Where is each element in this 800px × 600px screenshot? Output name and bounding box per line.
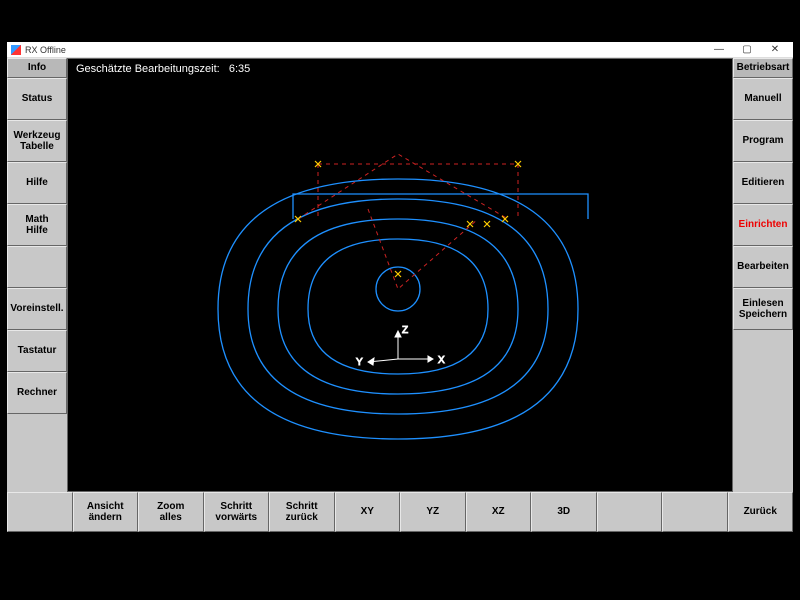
bottom-item-9[interactable] — [597, 492, 663, 532]
bottom-item-step-fwd[interactable]: Schritt vorwärts — [204, 492, 270, 532]
bottom-item-view-change[interactable]: Ansicht ändern — [73, 492, 139, 532]
right-sidebar: Betriebsart Manuell Program Editieren Ei… — [733, 58, 793, 492]
maximize-button[interactable]: ▢ — [733, 43, 761, 57]
bottom-item-0[interactable] — [7, 492, 73, 532]
right-item-edit[interactable]: Editieren — [733, 162, 793, 204]
left-item-status[interactable]: Status — [7, 78, 67, 120]
bottom-item-back[interactable]: Zurück — [728, 492, 794, 532]
right-header: Betriebsart — [733, 58, 793, 78]
left-header: Info — [7, 58, 67, 78]
right-item-load-save[interactable]: Einlesen Speichern — [733, 288, 793, 330]
right-item-manual[interactable]: Manuell — [733, 78, 793, 120]
window-title: RX Offline — [25, 45, 66, 55]
left-item-tool-table[interactable]: Werkzeug Tabelle — [7, 120, 67, 162]
left-item-calculator[interactable]: Rechner — [7, 372, 67, 414]
bottom-item-zoom-all[interactable]: Zoom alles — [138, 492, 204, 532]
bottom-bar: Ansicht ändern Zoom alles Schritt vorwär… — [7, 492, 793, 532]
axis-z-label: Z — [402, 325, 408, 336]
right-item-setup[interactable]: Einrichten — [733, 204, 793, 246]
bottom-item-yz[interactable]: YZ — [400, 492, 466, 532]
viewport-wrap: Geschätzte Bearbeitungszeit: 6:35 — [67, 58, 733, 492]
right-item-machine[interactable]: Bearbeiten — [733, 246, 793, 288]
axis-y-label: Y — [356, 357, 363, 368]
app-body: Info Status Werkzeug Tabelle Hilfe Math … — [7, 58, 793, 532]
left-item-presets[interactable]: Voreinstell. — [7, 288, 67, 330]
close-button[interactable]: ✕ — [761, 43, 789, 57]
left-item-help[interactable]: Hilfe — [7, 162, 67, 204]
left-item-keyboard[interactable]: Tastatur — [7, 330, 67, 372]
left-sidebar: Info Status Werkzeug Tabelle Hilfe Math … — [7, 58, 67, 492]
titlebar: RX Offline — ▢ ✕ — [7, 42, 793, 58]
viewport-3d[interactable]: Geschätzte Bearbeitungszeit: 6:35 — [67, 58, 733, 492]
bottom-item-3d[interactable]: 3D — [531, 492, 597, 532]
bottom-item-10[interactable] — [662, 492, 728, 532]
axis-x-label: X — [438, 355, 445, 366]
left-item-math-help[interactable]: Math Hilfe — [7, 204, 67, 246]
right-item-program[interactable]: Program — [733, 120, 793, 162]
bottom-item-xy[interactable]: XY — [335, 492, 401, 532]
bottom-item-step-back[interactable]: Schritt zurück — [269, 492, 335, 532]
app-icon — [11, 45, 21, 55]
bottom-item-xz[interactable]: XZ — [466, 492, 532, 532]
app-window: RX Offline — ▢ ✕ Info Status Werkzeug Ta… — [7, 42, 793, 532]
left-item-empty[interactable] — [7, 246, 67, 288]
toolpath-contours — [218, 179, 588, 439]
minimize-button[interactable]: — — [705, 43, 733, 57]
toolpath-canvas: X Y Z — [68, 59, 732, 491]
axes-gizmo: X Y Z — [356, 325, 445, 368]
